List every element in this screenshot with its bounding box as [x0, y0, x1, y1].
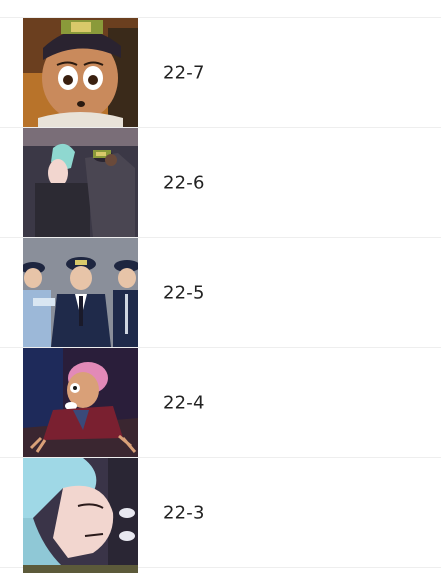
episode-thumbnail[interactable] — [23, 18, 138, 127]
episode-label: 22-6 — [163, 172, 205, 193]
episode-row[interactable]: 22-6 — [0, 128, 441, 238]
episode-label: 22-4 — [163, 392, 205, 413]
episode-row[interactable]: 22-7 — [0, 18, 441, 128]
comic-crouching-figure-thumbnail-icon — [23, 348, 138, 457]
episode-label: 22-3 — [163, 502, 205, 523]
next-episode-thumbnail-partial[interactable] — [23, 565, 138, 573]
episode-row[interactable]: 22-3 — [0, 458, 441, 568]
comic-face-thumbnail-icon — [23, 18, 138, 127]
episode-thumbnail[interactable] — [23, 458, 138, 567]
episode-label: 22-7 — [163, 62, 205, 83]
police-officers-thumbnail-icon — [23, 238, 138, 347]
episode-row[interactable]: 22-4 — [0, 348, 441, 458]
episode-thumbnail[interactable] — [23, 348, 138, 457]
episode-thumbnail[interactable] — [23, 128, 138, 237]
comic-profile-thumbnail-icon — [23, 458, 138, 567]
episode-thumbnail[interactable] — [23, 238, 138, 347]
episode-row[interactable]: 22-5 — [0, 238, 441, 348]
episode-list: 22-7 22-6 22-5 22-4 22-3 — [0, 17, 441, 568]
comic-figures-thumbnail-icon — [23, 128, 138, 237]
episode-label: 22-5 — [163, 282, 205, 303]
